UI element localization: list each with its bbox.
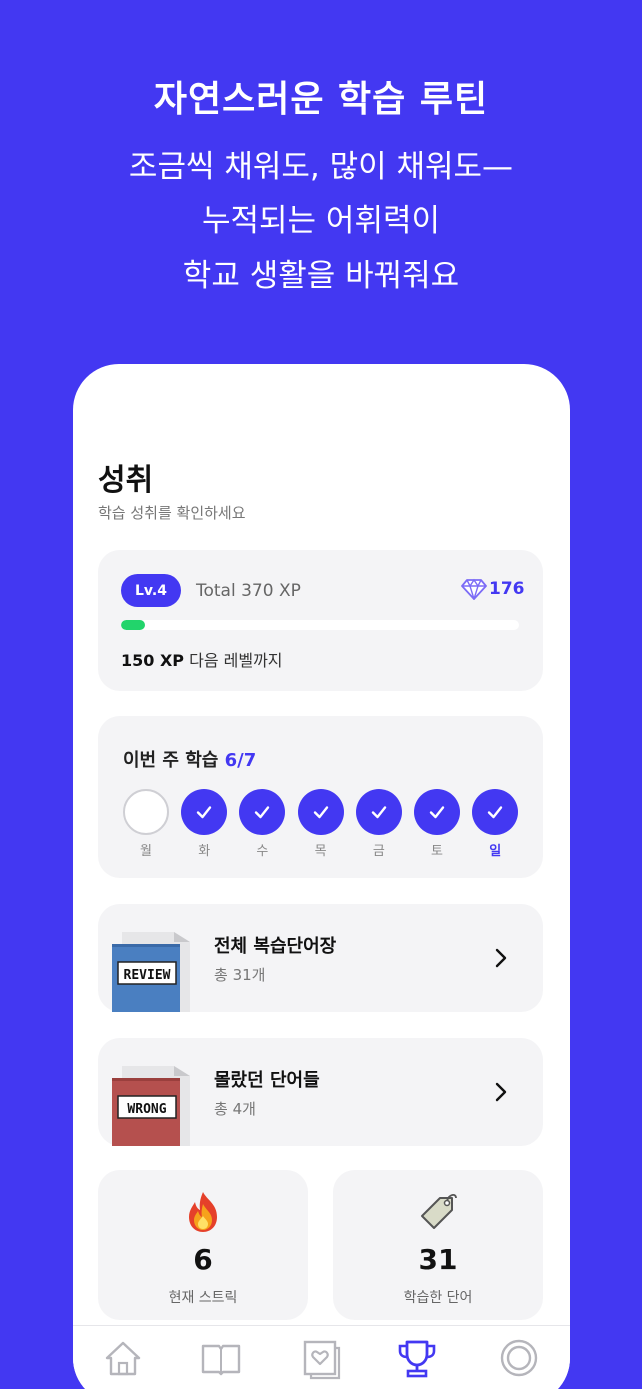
level-card: Lv.4 Total 370 XP 176 150 XP 다음 레벨까지 <box>98 550 543 691</box>
chevron-right-icon <box>495 948 507 968</box>
unknown-words-card[interactable]: WRONG 몰랐던 단어들 총 4개 <box>98 1038 543 1146</box>
weekly-study-count: 6/7 <box>224 750 257 771</box>
weekday-label: 수 <box>256 844 269 859</box>
gem-counter: 176 <box>461 578 525 600</box>
weekday-item: 수 <box>239 789 286 859</box>
hero-title: 자연스러운 학습 루틴 <box>153 79 489 120</box>
check-icon <box>255 806 270 819</box>
day-done-circle <box>472 789 519 835</box>
review-wordbook-card[interactable]: REVIEW 전체 복습단어장 총 31개 <box>98 904 543 1012</box>
page-title: 성취 <box>98 463 154 498</box>
unknown-words-title: 몰랐던 단어들 <box>214 1070 320 1091</box>
unknown-words-count: 총 4개 <box>214 1100 256 1118</box>
weekday-row: 월화수목금토일 <box>123 789 521 859</box>
weekday-label: 일 <box>489 844 502 859</box>
weekday-item: 월 <box>123 789 169 859</box>
weekday-item: 화 <box>181 789 228 859</box>
check-icon <box>371 806 386 819</box>
gem-count: 176 <box>489 579 525 599</box>
xp-to-next-level: 150 XP 다음 레벨까지 <box>121 647 283 671</box>
wrong-book-text: WRONG <box>127 1102 166 1117</box>
review-book-text: REVIEW <box>124 968 171 983</box>
weekday-label: 화 <box>198 844 211 859</box>
review-book-icon: REVIEW <box>112 932 190 1012</box>
book-icon[interactable] <box>199 1336 243 1380</box>
tag-icon <box>421 1194 457 1229</box>
check-icon <box>196 806 212 819</box>
weekly-study-label: 이번 주 학습 <box>123 750 219 771</box>
learned-words-value: 31 <box>418 1243 458 1276</box>
weekday-item: 토 <box>414 789 460 859</box>
ring-icon[interactable] <box>497 1336 541 1380</box>
hero-line-1: 조금씩 채워도, 많이 채워도— <box>128 149 514 185</box>
review-wordbook-count: 총 31개 <box>214 966 266 984</box>
trophy-icon[interactable] <box>395 1336 439 1380</box>
total-xp: Total 370 XP <box>196 581 301 601</box>
learned-words-stat-card: 31 학습한 단어 <box>333 1170 543 1320</box>
xp-progress-fill <box>121 620 145 630</box>
xp-progress-bar <box>121 620 519 630</box>
day-empty-circle <box>123 789 169 835</box>
xp-to-next-text: 다음 레벨까지 <box>184 651 283 670</box>
hero-line-2: 누적되는 어휘력이 <box>201 203 440 239</box>
review-wordbook-title: 전체 복습단어장 <box>214 936 337 957</box>
phone-screen: 성취 학습 성취를 확인하세요 Lv.4 Total 370 XP 176 15… <box>73 364 570 1389</box>
level-badge: Lv.4 <box>121 574 181 607</box>
hero-line-3: 학교 생활을 바꿔줘요 <box>182 258 460 294</box>
diamond-icon <box>461 578 487 600</box>
day-done-circle <box>297 789 344 835</box>
weekday-item: 일 <box>472 789 519 859</box>
page-subtitle: 학습 성취를 확인하세요 <box>98 504 246 522</box>
check-icon <box>429 806 445 819</box>
weekday-label: 월 <box>140 844 152 859</box>
home-icon[interactable] <box>101 1336 145 1380</box>
weekly-study-card: 이번 주 학습 6/7 월 화 수 목 금 토 일 <box>98 716 543 878</box>
day-done-circle <box>181 789 228 835</box>
xp-to-next-value: 150 XP <box>121 651 185 670</box>
learned-words-label: 학습한 단어 <box>403 1290 473 1306</box>
streak-label: 현재 스트릭 <box>168 1290 238 1306</box>
check-icon <box>313 806 328 819</box>
weekday-label: 금 <box>372 844 385 859</box>
check-icon <box>487 806 503 819</box>
weekday-item: 목 <box>297 789 344 859</box>
weekday-label: 토 <box>431 844 443 859</box>
weekday-item: 금 <box>355 789 402 859</box>
heart-card-icon[interactable] <box>299 1336 343 1380</box>
bottom-tab-bar <box>73 1325 570 1389</box>
weekday-label: 목 <box>314 844 327 859</box>
weekly-study-title: 이번 주 학습 6/7 <box>123 746 256 772</box>
day-done-circle <box>414 789 460 835</box>
streak-value: 6 <box>193 1243 213 1276</box>
chevron-right-icon <box>495 1082 507 1102</box>
streak-stat-card: 6 현재 스트릭 <box>98 1170 308 1320</box>
wrong-book-icon: WRONG <box>112 1066 190 1146</box>
day-done-circle <box>355 789 402 835</box>
day-done-circle <box>239 789 286 835</box>
fire-icon <box>189 1192 217 1232</box>
